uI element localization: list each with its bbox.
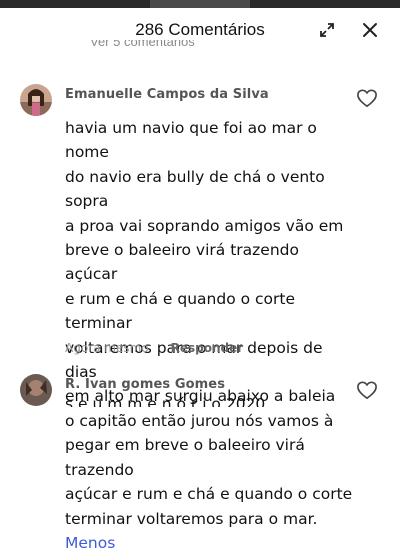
comment-meta: Agora mesmo Responder — [65, 341, 243, 355]
view-previous-replies[interactable]: Ver 5 comentários — [90, 40, 195, 54]
show-less-link[interactable]: Menos — [65, 534, 115, 552]
reply-button[interactable]: Responder — [171, 341, 244, 355]
comment-time: Agora mesmo — [65, 341, 149, 355]
close-icon[interactable] — [360, 20, 380, 40]
comments-header: 286 Comentários — [0, 8, 400, 52]
video-thumbnail — [150, 0, 250, 8]
avatar[interactable] — [20, 84, 52, 116]
heart-icon[interactable] — [356, 88, 378, 108]
view-previous-replies-label: Ver 5 comentários — [90, 40, 195, 49]
comments-title: 286 Comentários — [135, 20, 265, 39]
comment-text: s e u m m e n ó r i o 2020 — [65, 395, 266, 407]
comment-text: havia um navio que foi ao mar o nome do … — [65, 116, 355, 555]
comment-username[interactable]: Emanuelle Campos da Silva — [65, 87, 269, 102]
comment-text-content: havia um navio que foi ao mar o nome do … — [65, 119, 353, 528]
expand-icon[interactable] — [318, 21, 336, 39]
comment-username[interactable]: R. Ivan gomes Gomes — [65, 377, 225, 392]
heart-icon[interactable] — [356, 380, 378, 400]
video-preview-strip[interactable] — [0, 0, 400, 8]
avatar[interactable] — [20, 374, 52, 406]
